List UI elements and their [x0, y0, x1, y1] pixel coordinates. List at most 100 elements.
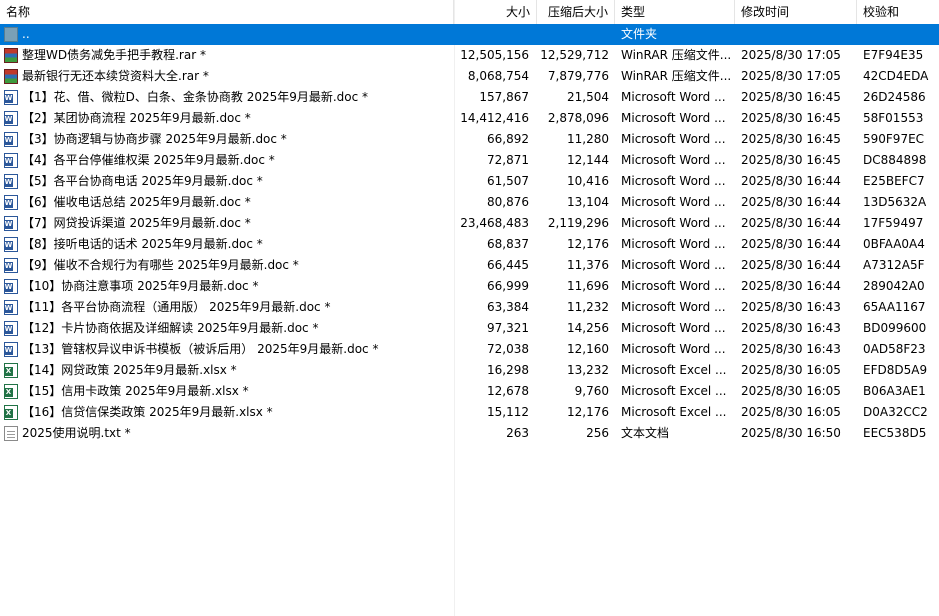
file-row[interactable]: W 【13】管辖权异议申诉书模板（被诉后用） 2025年9月最新.doc * 72,…	[0, 339, 939, 360]
file-modified: 2025/8/30 17:05	[741, 69, 841, 83]
file-type: Microsoft Word ...	[621, 279, 726, 293]
file-row[interactable]: X 【15】信用卡政策 2025年9月最新.xlsx * 12,678 9,760 Mi…	[0, 381, 939, 402]
file-crc: 58F01553	[863, 111, 924, 125]
file-packed-size: 12,160	[567, 342, 609, 356]
file-packed-size: 11,280	[567, 132, 609, 146]
file-row[interactable]: 2025使用说明.txt * 263 256 文本文档 2025/8/30 16:50 E…	[0, 423, 939, 444]
file-packed-size: 12,176	[567, 405, 609, 419]
file-name: 【12】卡片协商依据及详细解读 2025年9月最新.doc *	[22, 321, 319, 335]
file-modified: 2025/8/30 16:44	[741, 174, 841, 188]
column-header-modified[interactable]: 修改时间	[735, 0, 857, 24]
file-row[interactable]: 最新银行无还本续贷资料大全.rar * 8,068,754 7,879,776 Win…	[0, 66, 939, 87]
file-type: 文件夹	[621, 27, 658, 41]
file-size: 263	[506, 426, 529, 440]
file-row[interactable]: X 【16】信贷信保类政策 2025年9月最新.xlsx * 15,112 12,17…	[0, 402, 939, 423]
file-size: 66,892	[487, 132, 529, 146]
file-name: 【14】网贷政策 2025年9月最新.xlsx *	[22, 363, 237, 377]
file-type: Microsoft Word ...	[621, 153, 726, 167]
file-modified: 2025/8/30 16:05	[741, 405, 841, 419]
file-type: WinRAR 压缩文件...	[621, 48, 732, 62]
file-row[interactable]: W 【9】催收不合规行为有哪些 2025年9月最新.doc * 66,445 11,3…	[0, 255, 939, 276]
file-crc: A7312A5F	[863, 258, 925, 272]
file-row[interactable]: W 【12】卡片协商依据及详细解读 2025年9月最新.doc * 97,321 14…	[0, 318, 939, 339]
file-crc: B06A3AE1	[863, 384, 926, 398]
file-name: 【2】某团协商流程 2025年9月最新.doc *	[22, 111, 251, 125]
file-packed-size: 9,760	[574, 384, 609, 398]
column-header-packed-label: 压缩后大小	[547, 5, 608, 19]
file-size: 12,505,156	[460, 48, 529, 62]
column-header-packed[interactable]: 压缩后大小	[537, 0, 615, 24]
file-modified: 2025/8/30 16:44	[741, 237, 841, 251]
file-name: 【5】各平台协商电话 2025年9月最新.doc *	[22, 174, 263, 188]
column-header-size[interactable]: 大小	[454, 0, 537, 24]
file-name: 【9】催收不合规行为有哪些 2025年9月最新.doc *	[22, 258, 299, 272]
file-size: 66,999	[487, 279, 529, 293]
file-row[interactable]: 整理WD债务减免手把手教程.rar * 12,505,156 12,529,712 W…	[0, 45, 939, 66]
file-crc: 13D5632A	[863, 195, 927, 209]
file-row[interactable]: W 【11】各平台协商流程（通用版） 2025年9月最新.doc * 63,384 1…	[0, 297, 939, 318]
file-packed-size: 13,232	[567, 363, 609, 377]
file-name: 【11】各平台协商流程（通用版） 2025年9月最新.doc *	[22, 300, 331, 314]
file-row[interactable]: W 【10】协商注意事项 2025年9月最新.doc * 66,999 11,696 M…	[0, 276, 939, 297]
file-crc: 289042A0	[863, 279, 925, 293]
file-crc	[863, 24, 939, 45]
file-row[interactable]: W 【5】各平台协商电话 2025年9月最新.doc * 61,507 10,416 M…	[0, 171, 939, 192]
file-type: Microsoft Word ...	[621, 237, 726, 251]
column-header-crc-label: 校验和	[863, 5, 900, 19]
file-row[interactable]: W 【6】催收电话总结 2025年9月最新.doc * 80,876 13,104 Mi…	[0, 192, 939, 213]
column-header-type[interactable]: 类型	[615, 0, 735, 24]
file-name: ..	[22, 27, 30, 41]
parent-folder-row[interactable]: .. 文件夹	[0, 24, 939, 45]
file-packed-size: 11,696	[567, 279, 609, 293]
file-size: 72,871	[487, 153, 529, 167]
file-crc: 0AD58F23	[863, 342, 926, 356]
file-size: 80,876	[487, 195, 529, 209]
file-name: 【4】各平台停催维权渠 2025年9月最新.doc *	[22, 153, 275, 167]
file-row[interactable]: W 【2】某团协商流程 2025年9月最新.doc * 14,412,416 2,87…	[0, 108, 939, 129]
file-row[interactable]: W 【8】接听电话的话术 2025年9月最新.doc * 68,837 12,176 M…	[0, 234, 939, 255]
file-modified: 2025/8/30 17:05	[741, 48, 841, 62]
file-row[interactable]: W 【3】协商逻辑与协商步骤 2025年9月最新.doc * 66,892 11,28…	[0, 129, 939, 150]
file-modified: 2025/8/30 16:43	[741, 300, 841, 314]
file-modified: 2025/8/30 16:43	[741, 342, 841, 356]
file-row[interactable]: W 【1】花、借、微粒D、白条、金条协商教 2025年9月最新.doc * 157,…	[0, 87, 939, 108]
file-packed-size: 256	[586, 426, 609, 440]
file-packed-size: 14,256	[567, 321, 609, 335]
file-type: 文本文档	[621, 426, 670, 440]
file-crc: 65AA1167	[863, 300, 926, 314]
column-header-name-label: 名称	[6, 5, 31, 19]
file-name: 2025使用说明.txt *	[22, 426, 131, 440]
file-size: 66,445	[487, 258, 529, 272]
file-crc: 26D24586	[863, 90, 926, 104]
file-crc: D0A32CC2	[863, 405, 928, 419]
column-header-bar: 名称 ^ 大小 压缩后大小 类型 修改时间 校验和	[0, 0, 939, 25]
file-modified: 2025/8/30 16:43	[741, 321, 841, 335]
column-header-modified-label: 修改时间	[741, 5, 790, 19]
file-packed-size: 21,504	[567, 90, 609, 104]
file-name: 【13】管辖权异议申诉书模板（被诉后用） 2025年9月最新.doc *	[22, 342, 379, 356]
file-modified: 2025/8/30 16:44	[741, 279, 841, 293]
file-size: 61,507	[487, 174, 529, 188]
file-name: 【1】花、借、微粒D、白条、金条协商教 2025年9月最新.doc *	[22, 90, 369, 104]
file-modified: 2025/8/30 16:50	[741, 426, 841, 440]
file-size: 15,112	[487, 405, 529, 419]
file-type: Microsoft Word ...	[621, 195, 726, 209]
file-packed-size: 7,879,776	[547, 69, 609, 83]
file-crc: DC884898	[863, 153, 927, 167]
file-name: 最新银行无还本续贷资料大全.rar *	[22, 69, 209, 83]
file-crc: BD099600	[863, 321, 927, 335]
file-name: 整理WD债务减免手把手教程.rar *	[22, 48, 206, 62]
file-packed-size: 12,176	[567, 237, 609, 251]
file-row[interactable]: X 【14】网贷政策 2025年9月最新.xlsx * 16,298 13,232 Mi…	[0, 360, 939, 381]
file-type: WinRAR 压缩文件...	[621, 69, 732, 83]
file-row[interactable]: W 【4】各平台停催维权渠 2025年9月最新.doc * 72,871 12,144…	[0, 150, 939, 171]
column-header-crc[interactable]: 校验和	[857, 0, 939, 24]
file-name: 【7】网贷投诉渠道 2025年9月最新.doc *	[22, 216, 251, 230]
file-modified: 2025/8/30 16:44	[741, 195, 841, 209]
file-crc: 17F59497	[863, 216, 924, 230]
file-modified: 2025/8/30 16:45	[741, 90, 841, 104]
file-crc: 0BFAA0A4	[863, 237, 925, 251]
file-name: 【16】信贷信保类政策 2025年9月最新.xlsx *	[22, 405, 273, 419]
file-row[interactable]: W 【7】网贷投诉渠道 2025年9月最新.doc * 23,468,483 2,11…	[0, 213, 939, 234]
file-modified: 2025/8/30 16:45	[741, 153, 841, 167]
